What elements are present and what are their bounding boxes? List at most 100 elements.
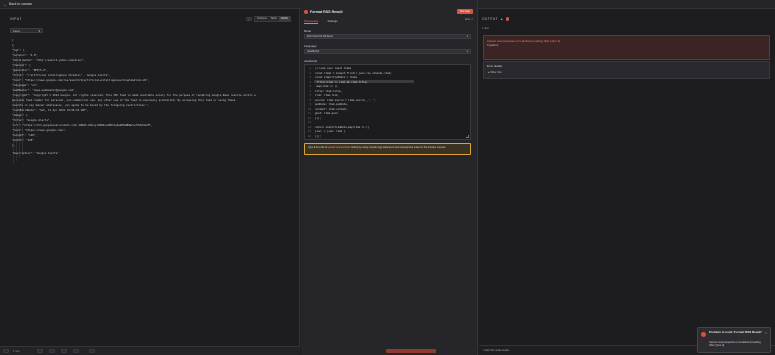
code-line: title: item.title, xyxy=(315,89,343,93)
output-header: OUTPUT ▲ xyxy=(482,17,510,21)
line-number: 7 xyxy=(309,94,311,97)
language-select[interactable]: JavaScript ▾ xyxy=(304,49,471,54)
json-line: "generator": "NFE/5.0", xyxy=(12,69,48,72)
test-step-button[interactable]: Test step xyxy=(456,9,473,14)
error-title: Cannot read properties of undefined (rea… xyxy=(487,39,560,43)
special-vars-link[interactable]: special vars/methods xyxy=(328,146,350,149)
code-line: const items = $input.first().json.rss.ch… xyxy=(315,71,392,75)
code-line: json: { json: item } xyxy=(315,130,346,133)
language-select-value: JavaScript xyxy=(307,50,320,53)
line-number: 6 xyxy=(309,89,311,93)
node-tabs: Parameters Settings xyxy=(304,19,338,24)
mode-select[interactable]: Run Once for All Items ▾ xyxy=(304,34,471,39)
input-node-selector-value: Feed xyxy=(13,29,20,33)
input-node-selector[interactable]: Feed ▾ xyxy=(10,28,43,33)
json-line: "link": "https://news.google.com/rss/sea… xyxy=(12,79,150,82)
json-line: "version": "2.0", xyxy=(12,54,39,57)
error-icon xyxy=(701,332,706,337)
toast-message: Cannot read properties of undefined (rea… xyxy=(709,341,761,348)
code-line: pubDate: item.pubDate, xyxy=(315,103,349,106)
toast-title: Problem in node 'Format RSS Result' xyxy=(709,330,762,334)
code-line: })); xyxy=(315,134,322,138)
arrow-left-icon: ← xyxy=(3,1,7,7)
line-number: 3 xyxy=(309,76,311,79)
json-line: "width": "128" xyxy=(12,139,34,142)
workflow-icon[interactable] xyxy=(3,349,9,353)
mode-select-value: Run Once for All Items xyxy=(307,35,333,38)
input-footer-label: 1 item xyxy=(13,350,21,353)
json-line: }, xyxy=(12,144,16,147)
search-icon[interactable]: ⌕ xyxy=(246,17,252,21)
input-footer: 1 item xyxy=(0,346,300,355)
line-number: 9 xyxy=(309,103,311,106)
json-line: personal feed reader for personal, non-c… xyxy=(12,99,236,102)
error-details-box: Error details ▸ Other info xyxy=(483,61,770,79)
language-label: Language xyxy=(304,44,317,48)
back-to-canvas-label: Back to canvas xyxy=(9,2,32,6)
code-line: link: item.link, xyxy=(315,94,340,97)
error-type: TypeError xyxy=(487,44,499,47)
code-line: const simplifiedData = items xyxy=(315,76,358,79)
line-number: 11 xyxy=(307,112,311,115)
tab-settings[interactable]: Settings xyxy=(327,19,337,24)
line-number: 10 xyxy=(307,107,311,111)
zoom-out-icon[interactable] xyxy=(49,349,55,353)
output-panel: OUTPUT ▲ 1 item Cannot read properties o… xyxy=(479,9,775,355)
input-panel-title: INPUT xyxy=(10,17,23,21)
output-item-count: 1 item xyxy=(482,27,490,30)
line-number: 13 xyxy=(307,121,311,124)
error-message-box: Cannot read properties of undefined (rea… xyxy=(483,35,770,60)
line-number: 12 xyxy=(307,116,311,120)
node-title: Format RSS Result xyxy=(304,10,343,14)
code-line: guid: item.guid xyxy=(315,112,338,115)
code-line: // Loop over input items xyxy=(315,67,352,70)
line-number: 16 xyxy=(307,134,311,138)
json-line: { xyxy=(12,44,14,47)
other-info-label: Other info xyxy=(490,71,502,74)
input-panel: INPUT ⌕ Schema Table JSON Feed ▾ [ { "rs… xyxy=(0,9,300,346)
fit-view-icon[interactable] xyxy=(73,349,79,353)
code-line: source: item.source ? item.source._ : ''… xyxy=(315,98,377,102)
chevron-down-icon: ▾ xyxy=(466,50,468,53)
line-number: 5 xyxy=(309,85,311,88)
zoom-in-icon[interactable] xyxy=(37,349,43,353)
json-line: "copyright": "Copyright © 2024 Google. A… xyxy=(12,94,256,97)
json-line: "link": "https://news.google.com/", xyxy=(12,129,67,132)
other-info-toggle[interactable]: ▸ Other info xyxy=(488,71,501,74)
back-to-canvas-button[interactable]: ← Back to canvas xyxy=(3,2,32,6)
json-line: "title": "Google Alerts", xyxy=(12,119,52,122)
chevron-down-icon: ▾ xyxy=(38,29,40,33)
error-icon xyxy=(505,17,510,21)
json-line: "xmlns:media": "http://search.yahoo.com/… xyxy=(12,59,86,62)
line-number: 14 xyxy=(307,125,311,129)
close-icon[interactable]: × xyxy=(765,331,767,335)
json-line: "rss": { xyxy=(12,49,25,52)
code-line: return simplifiedData.map(item => ({ xyxy=(315,125,370,129)
tidy-up-icon[interactable] xyxy=(89,349,95,353)
code-line: content: item.content, xyxy=(315,107,349,111)
line-number: 4 xyxy=(309,80,311,84)
drag-handle[interactable] xyxy=(386,349,436,353)
code-line: })); xyxy=(315,116,322,120)
error-toast: Problem in node 'Format RSS Result' × Ca… xyxy=(697,327,771,353)
json-line: "channel": { xyxy=(12,64,31,67)
code-editor[interactable]: 1 2 3 4 5 6 7 8 9 10 11 12 13 14 15 16 /… xyxy=(304,64,471,140)
line-number: 2 xyxy=(309,71,311,75)
tab-parameters[interactable]: Parameters xyxy=(304,19,319,24)
docs-link[interactable]: Docs ↗ xyxy=(465,18,473,21)
resize-handle-icon[interactable] xyxy=(466,135,469,138)
output-panel-title: OUTPUT xyxy=(482,17,499,21)
line-number: 15 xyxy=(307,130,311,133)
view-mode-json[interactable]: JSON xyxy=(278,17,290,21)
zoom-reset-icon[interactable] xyxy=(61,349,67,353)
tip-rest: . Debug by using console.log() statement… xyxy=(350,146,446,149)
view-mode-table[interactable]: Table xyxy=(268,17,279,21)
json-line: "webMaster": "news-webmaster@google.com"… xyxy=(12,89,77,92)
json-line: "image": { xyxy=(12,114,28,117)
code-label: JavaScript xyxy=(304,59,318,63)
feedback-link[interactable]: I wish this node would... xyxy=(483,349,511,352)
mode-label: Mode xyxy=(304,29,311,33)
view-mode-schema[interactable]: Schema xyxy=(255,17,269,21)
node-parameters-panel: Format RSS Result Test step Docs ↗ Param… xyxy=(301,0,478,355)
error-details-title: Error details xyxy=(487,64,503,68)
